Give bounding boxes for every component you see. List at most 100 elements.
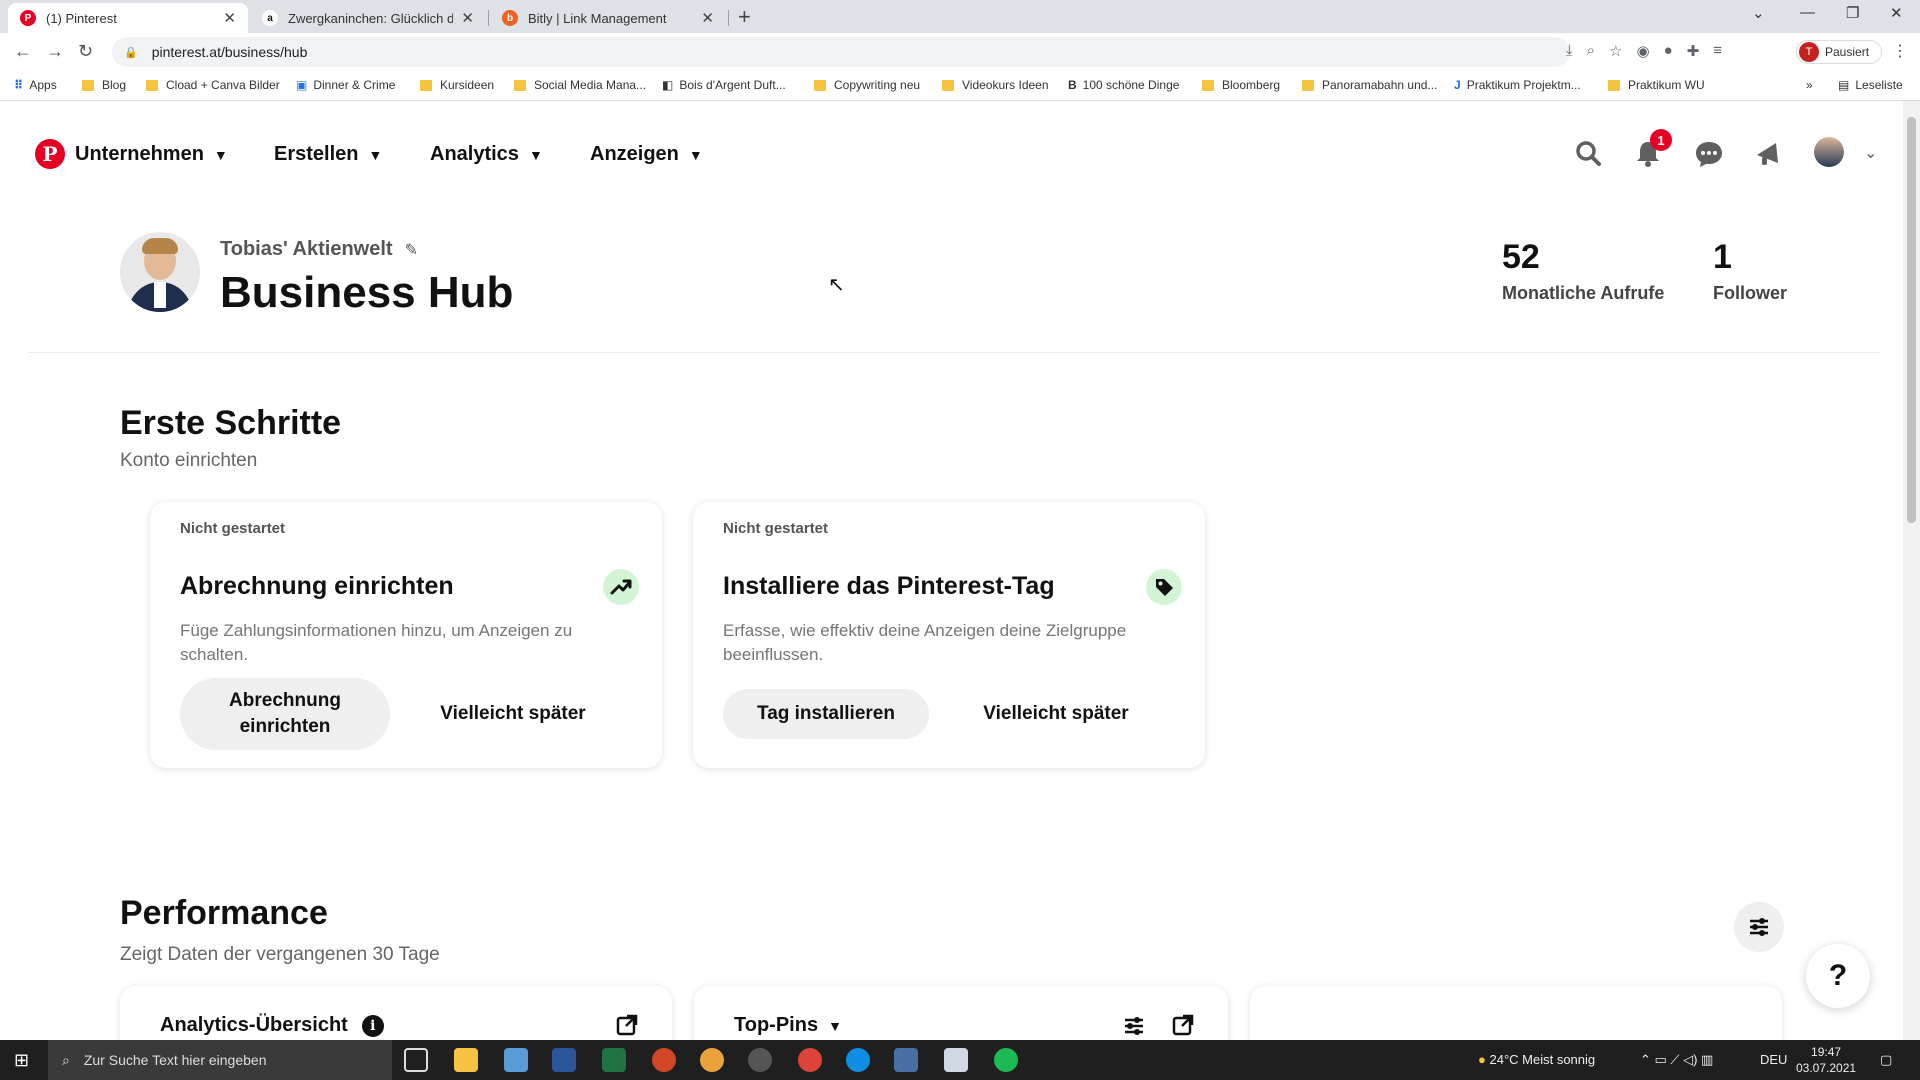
taskbar-search-box[interactable]: ⌕ Zur Suche Text hier eingeben [48, 1040, 392, 1080]
page-scrollbar[interactable] [1903, 101, 1920, 1040]
bookmark-item[interactable]: Praktikum WU [1608, 78, 1705, 92]
tray-icons[interactable]: ⌃ ▭ ⟋ ◁) ▥ [1640, 1052, 1713, 1068]
chevron-down-icon: ▼ [528, 146, 543, 163]
filter-sliders-button[interactable] [1734, 902, 1784, 952]
pinterest-logo-icon[interactable]: P [35, 139, 65, 169]
info-icon[interactable]: i [361, 1014, 384, 1037]
mouse-cursor-icon: ↖ [828, 274, 845, 296]
megaphone-icon[interactable] [1754, 139, 1782, 174]
zoom-icon[interactable]: ⌕ [1587, 42, 1595, 60]
bookmark-item[interactable]: Cload + Canva Bilder [146, 78, 280, 92]
spotify-icon[interactable] [994, 1048, 1018, 1072]
new-tab-plus-icon[interactable]: + [738, 4, 751, 30]
close-tab-icon[interactable]: ✕ [223, 9, 236, 27]
windows-start-icon[interactable]: ⊞ [14, 1050, 29, 1071]
bookmark-item[interactable]: B 100 schöne Dinge [1068, 78, 1179, 92]
bookmark-item[interactable]: J Praktikum Projektm... [1454, 78, 1581, 92]
install-app-icon[interactable]: ⤓ [1566, 42, 1573, 60]
media-control-icon[interactable]: ≡ [1713, 42, 1722, 60]
chevron-down-icon: ▼ [213, 146, 228, 163]
bookmark-item[interactable]: Kursideen [420, 78, 494, 92]
maybe-later-button[interactable]: Vielleicht später [406, 678, 620, 750]
bookmarks-overflow-icon[interactable]: » [1806, 78, 1813, 92]
url-omnibox[interactable]: 🔒 pinterest.at/business/hub [112, 37, 1570, 67]
reload-icon[interactable]: ↻ [78, 41, 93, 62]
notification-count-badge: 1 [1650, 129, 1672, 151]
app-icon[interactable] [894, 1048, 918, 1072]
bookmark-item[interactable]: Panoramabahn und... [1302, 78, 1437, 92]
excel-icon[interactable] [602, 1048, 626, 1072]
edge-icon[interactable] [846, 1048, 870, 1072]
taskbar-clock[interactable]: 19:47 03.07.2021 [1796, 1044, 1856, 1076]
account-chevron-down-icon[interactable]: ⌄ [1864, 143, 1877, 163]
task-description: Füge Zahlungsinformationen hinzu, um Anz… [180, 621, 573, 664]
reading-list-button[interactable]: ▤ Leseliste [1838, 78, 1903, 92]
top-pins-dropdown[interactable]: Top-Pins ▼ [734, 1014, 842, 1037]
bookmark-apps[interactable]: ⠿ Apps [14, 78, 57, 92]
browser-tab-amazon[interactable]: a Zwergkaninchen: Glücklich durch ✕ [250, 3, 486, 33]
restore-icon[interactable]: ❐ [1846, 4, 1859, 22]
grammarly-icon[interactable]: ● [1664, 42, 1673, 60]
chevron-down-icon: ▼ [688, 146, 703, 163]
avatar-collar [154, 282, 166, 308]
nav-anzeigen[interactable]: Anzeigen ▼ [590, 143, 703, 166]
close-tab-icon[interactable]: ✕ [461, 9, 474, 27]
notepad-icon[interactable] [944, 1048, 968, 1072]
browser-tab-pinterest[interactable]: P (1) Pinterest ✕ [8, 3, 248, 33]
task-view-icon[interactable] [404, 1048, 428, 1072]
sliders-icon[interactable] [1122, 1014, 1146, 1043]
open-external-icon[interactable] [616, 1014, 638, 1041]
close-tab-icon[interactable]: ✕ [701, 9, 714, 27]
scrollbar-thumb[interactable] [1907, 117, 1916, 523]
bookmark-star-icon[interactable]: ☆ [1609, 42, 1622, 60]
folder-icon [1608, 79, 1620, 91]
browser-menu-icon[interactable]: ⋮ [1892, 41, 1908, 61]
obs-icon[interactable] [748, 1048, 772, 1072]
bookmark-item[interactable]: Videokurs Ideen [942, 78, 1049, 92]
user-avatar[interactable] [1814, 137, 1844, 167]
open-external-icon[interactable] [1172, 1014, 1194, 1041]
nav-analytics[interactable]: Analytics ▼ [430, 143, 543, 166]
back-arrow-icon[interactable]: ← [14, 41, 32, 62]
bookmark-item[interactable]: Bloomberg [1202, 78, 1280, 92]
language-indicator[interactable]: DEU [1760, 1052, 1787, 1067]
stat-label: Monatliche Aufrufe [1502, 283, 1665, 303]
nav-unternehmen[interactable]: Unternehmen ▼ [75, 143, 228, 166]
folder-icon [146, 79, 158, 91]
edit-pencil-icon[interactable]: ✎ [405, 240, 418, 260]
bookmark-label: Bois d'Argent Duft... [679, 78, 786, 92]
chrome-icon[interactable] [798, 1048, 822, 1072]
profile-paused-button[interactable]: T Pausiert [1796, 40, 1882, 64]
bookmark-item[interactable]: Copywriting neu [814, 78, 920, 92]
mail-icon[interactable] [504, 1048, 528, 1072]
notifications-center-icon[interactable]: ▢ [1880, 1052, 1892, 1068]
powerpoint-icon[interactable] [652, 1048, 676, 1072]
app-icon[interactable] [700, 1048, 724, 1072]
forward-arrow-icon[interactable]: → [46, 41, 64, 62]
file-explorer-icon[interactable] [454, 1048, 478, 1072]
folder-icon [514, 79, 526, 91]
install-tag-button[interactable]: Tag installieren [723, 689, 929, 739]
nav-erstellen[interactable]: Erstellen ▼ [274, 143, 382, 166]
stat-monthly-views[interactable]: 52 Monatliche Aufrufe [1502, 238, 1664, 304]
adblock-icon[interactable]: ◉ [1637, 42, 1650, 60]
weather-widget[interactable]: ● 24°C Meist sonnig [1478, 1052, 1595, 1067]
extensions-puzzle-icon[interactable]: ✚ [1687, 42, 1700, 60]
stat-followers[interactable]: 1 Follower [1713, 238, 1787, 304]
minimize-icon[interactable]: — [1800, 4, 1815, 21]
bookmark-item[interactable]: Social Media Mana... [514, 78, 646, 92]
messages-chat-icon[interactable] [1694, 139, 1724, 176]
bookmark-item[interactable]: ◧ Bois d'Argent Duft... [662, 78, 786, 92]
help-button[interactable]: ? [1806, 944, 1870, 1008]
word-icon[interactable] [552, 1048, 576, 1072]
maybe-later-button[interactable]: Vielleicht später [949, 678, 1163, 750]
folder-icon [82, 79, 94, 91]
browser-tab-bitly[interactable]: b Bitly | Link Management ✕ [490, 3, 726, 33]
search-icon[interactable] [1574, 139, 1602, 174]
analytics-overview-title: Analytics-Übersicht i [160, 1014, 384, 1037]
bookmark-item[interactable]: ▣ Dinner & Crime [296, 78, 395, 92]
close-window-icon[interactable]: ✕ [1890, 4, 1903, 22]
setup-billing-button[interactable]: Abrechnung einrichten [180, 678, 390, 750]
bookmark-item[interactable]: Blog [82, 78, 126, 92]
tab-search-icon[interactable]: ⌄ [1752, 4, 1765, 22]
